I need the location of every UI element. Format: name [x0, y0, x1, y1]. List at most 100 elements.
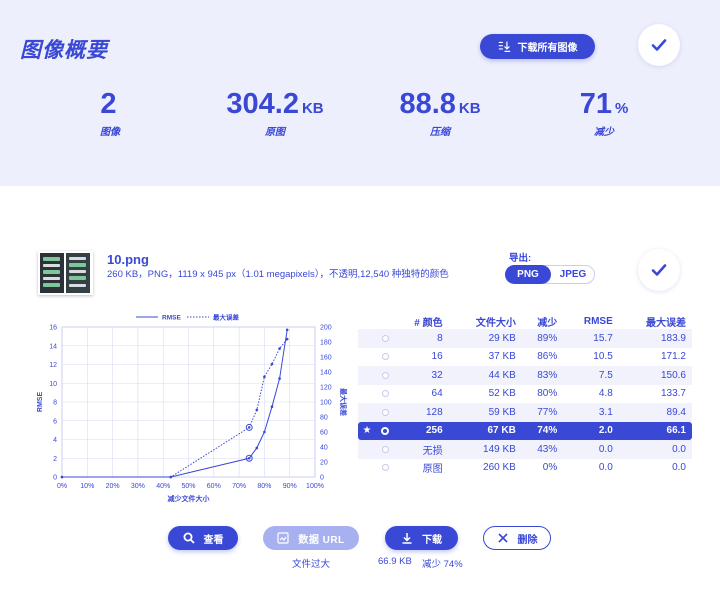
y-tick-label: 6 — [53, 418, 57, 425]
y2-tick-label: 140 — [320, 370, 332, 377]
cell-colors: 128 — [394, 403, 449, 422]
cell-rmse: 10.5 — [593, 351, 613, 363]
row-radio[interactable] — [376, 329, 394, 348]
cell-size: 29 KB — [448, 329, 522, 348]
data-point — [263, 430, 266, 434]
radio-button[interactable] — [381, 371, 389, 379]
radio-button[interactable] — [381, 353, 389, 361]
row-radio[interactable] — [376, 348, 394, 367]
cell-rmse: 0.0 — [598, 462, 613, 474]
stat-value: 88.8 — [399, 88, 456, 120]
data-point — [278, 377, 281, 380]
cell-size: 52 KB — [488, 388, 516, 400]
row-radio[interactable] — [376, 440, 394, 459]
cell-rmse: 2.0 — [563, 421, 619, 440]
cell-rmse: 0.0 — [563, 440, 619, 459]
best-star-icon — [358, 366, 376, 385]
row-radio[interactable] — [376, 403, 394, 422]
cell-size: 59 KB — [448, 403, 522, 422]
cell-size: 260 KB — [483, 462, 516, 474]
cell-reduce: 77% — [521, 403, 564, 422]
cell-rmse: 3.1 — [563, 403, 619, 422]
check-icon — [651, 264, 667, 276]
stat-compressed: 88.8 KB 压缩 — [360, 88, 520, 138]
y-tick-label: 12 — [49, 362, 57, 369]
cell-colors: 无损 — [394, 440, 449, 459]
col-size: 文件大小 — [475, 317, 516, 329]
data-url-label: 数据 URL — [298, 534, 345, 546]
download-button[interactable]: 下载 — [385, 526, 458, 550]
y2-axis-label: 最大误差 — [339, 388, 348, 416]
radio-button[interactable] — [381, 464, 389, 472]
row-radio[interactable] — [376, 366, 394, 385]
legend-rmse: RMSE — [162, 315, 181, 322]
radio-button[interactable] — [381, 334, 389, 342]
y-tick-label: 0 — [53, 475, 57, 482]
data-point — [270, 362, 274, 366]
download-all-button[interactable]: 下载所有图像 — [480, 34, 595, 59]
export-png-option[interactable]: PNG — [505, 265, 551, 284]
delete-button[interactable]: 删除 — [483, 526, 551, 550]
check-icon — [651, 39, 667, 51]
cell-colors: 256 — [394, 421, 449, 440]
cell-reduce: 80% — [537, 388, 558, 400]
image-thumbnail[interactable] — [38, 251, 93, 295]
table-row[interactable]: 16 37 KB 86% 10.5 171.2 — [358, 348, 692, 367]
cell-rmse: 15.7 — [563, 329, 619, 348]
stat-label: 压缩 — [430, 127, 450, 138]
view-button[interactable]: 查看 — [168, 526, 238, 550]
data-point — [285, 337, 289, 341]
cell-reduce: 74% — [521, 421, 564, 440]
quality-chart: 0% 10% 20% 30% 40% 50% 60% 70% 80% 90% 100%0246810… — [37, 313, 348, 504]
file-name: 10.png — [107, 252, 149, 267]
cell-reduce: 43% — [521, 440, 564, 459]
radio-button[interactable] — [381, 408, 389, 416]
stat-label: 原图 — [265, 127, 285, 138]
radio-button[interactable] — [381, 426, 389, 435]
table-row[interactable]: 128 59 KB 77% 3.1 89.4 — [358, 403, 692, 422]
row-radio[interactable] — [376, 459, 394, 478]
row-radio[interactable] — [376, 385, 394, 404]
export-jpeg-option[interactable]: JPEG — [553, 266, 593, 283]
table-header-row: # 颜色 文件大小 减少 RMSE 最大误差 — [358, 313, 692, 329]
col-colors: # 颜色 — [414, 317, 443, 329]
y-tick-label: 14 — [49, 343, 57, 350]
file-info: 260 KB，PNG，1119 x 945 px（1.01 megapixels… — [107, 269, 449, 280]
select-all-check-button[interactable] — [638, 24, 680, 66]
data-point — [255, 408, 259, 412]
stat-label: 减少 — [594, 127, 614, 138]
download-size-note: 66.9 KB — [378, 556, 412, 567]
radio-button[interactable] — [381, 390, 389, 398]
cell-maxerr: 0.0 — [618, 440, 692, 459]
close-icon — [497, 533, 508, 543]
x-tick-label: 70% — [232, 483, 246, 490]
y2-tick-label: 80 — [320, 415, 328, 422]
y-tick-label: 2 — [53, 456, 57, 463]
table-row[interactable]: 32 44 KB 83% 7.5 150.6 — [358, 366, 692, 385]
stat-value: 2 — [100, 88, 117, 120]
delete-label: 删除 — [517, 534, 538, 546]
table-row[interactable]: 8 29 KB 89% 15.7 183.9 — [358, 329, 692, 348]
table-row[interactable]: 64 52 KB 80% 4.8 133.7 — [358, 385, 692, 404]
cell-maxerr: 133.7 — [660, 388, 686, 400]
y2-tick-label: 100 — [320, 400, 332, 407]
table-row[interactable]: 原图 260 KB 0% 0.0 0.0 — [358, 459, 692, 478]
image-icon — [277, 532, 289, 544]
radio-button[interactable] — [381, 445, 389, 453]
table-row[interactable]: ★ 256 67 KB 74% 2.0 66.1 — [358, 421, 692, 440]
stat-unit: KB — [301, 100, 324, 117]
y2-tick-label: 120 — [320, 385, 332, 392]
data-point — [169, 475, 173, 479]
download-label: 下载 — [422, 534, 442, 546]
select-file-check-button[interactable] — [638, 249, 680, 291]
quantization-table: # 颜色 文件大小 减少 RMSE 最大误差 8 29 KB 89% 15.7 183.… — [358, 313, 692, 477]
cell-rmse: 4.8 — [598, 388, 613, 400]
cell-maxerr: 66.1 — [618, 421, 692, 440]
table-row[interactable]: 无损 149 KB 43% 0.0 0.0 — [358, 440, 692, 459]
row-radio[interactable] — [376, 421, 394, 440]
data-url-button[interactable]: 数据 URL — [263, 526, 359, 550]
cell-maxerr: 150.6 — [618, 366, 692, 385]
col-reduce: 减少 — [537, 317, 558, 329]
y-tick-label: 4 — [53, 437, 57, 444]
best-star-icon — [358, 385, 376, 404]
